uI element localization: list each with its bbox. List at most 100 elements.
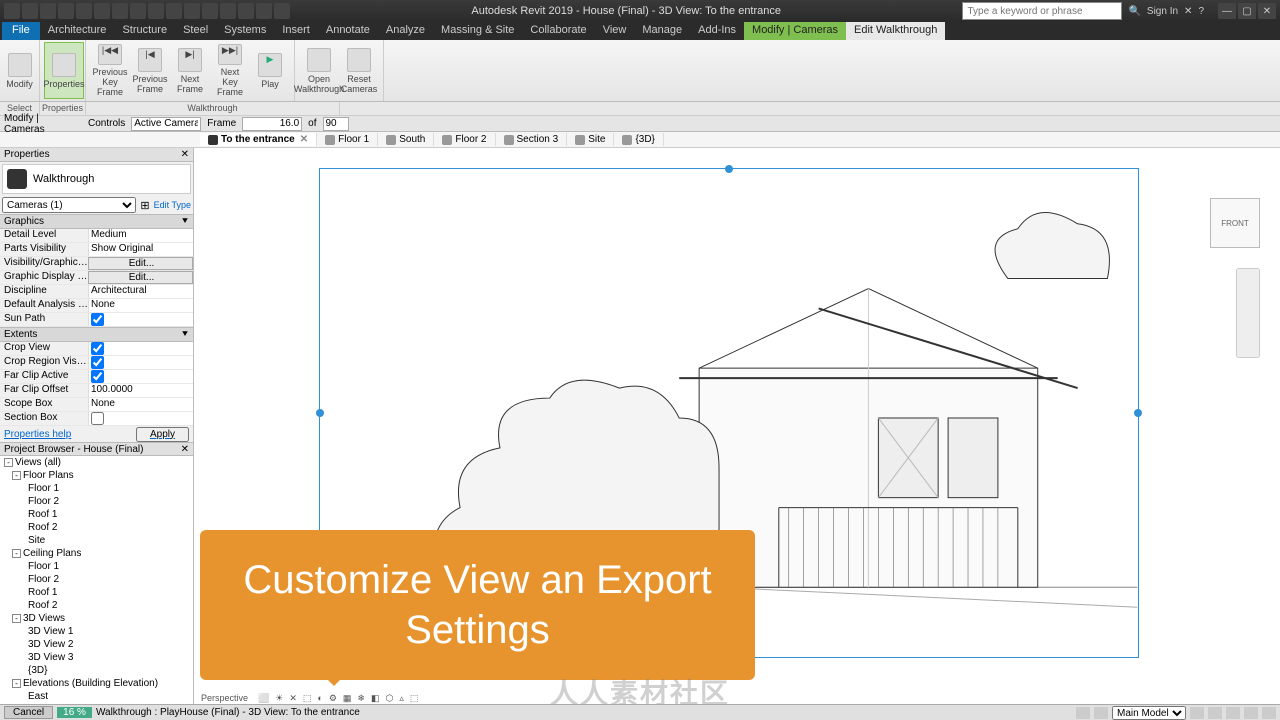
properties-help-link[interactable]: Properties help [4,429,71,440]
tab-architecture[interactable]: Architecture [40,22,115,40]
prop-edit-button[interactable]: Edit... [88,257,193,270]
view-mode-label[interactable]: Perspective [198,692,251,704]
tree-item[interactable]: 3D View 1 [0,625,193,638]
filter-icon[interactable] [1262,707,1276,719]
prop-checkbox[interactable] [88,412,193,425]
cancel-button[interactable]: Cancel [4,706,53,719]
tree-item[interactable]: {3D} [0,664,193,677]
prop-checkbox[interactable] [88,342,193,355]
prop-group-header[interactable]: Extents⯆ [0,327,193,342]
modify-button[interactable]: Modify [4,42,35,99]
tree-item[interactable]: Roof 2 [0,521,193,534]
status-icon[interactable] [1094,707,1108,719]
qat-tag-icon[interactable] [148,3,164,19]
next-keyframe-button[interactable]: ▶▶|Next Key Frame [210,42,250,99]
view-control-icon[interactable]: ⬚ [300,692,315,704]
qat-text-icon[interactable] [166,3,182,19]
prop-value[interactable]: 100.0000 [88,384,193,397]
play-button[interactable]: ▶Play [250,42,290,99]
tree-toggle-icon[interactable]: - [4,458,13,467]
properties-button[interactable]: Properties [44,42,84,99]
infocenter-icon[interactable]: 🔍 [1128,6,1140,17]
qat-close-icon[interactable] [238,3,254,19]
view-control-icon[interactable]: ✕ [286,692,300,704]
prev-frame-button[interactable]: |◀Previous Frame [130,42,170,99]
prop-group-header[interactable]: Graphics⯆ [0,214,193,229]
prop-checkbox[interactable] [88,356,193,369]
qat-undo-icon[interactable] [58,3,74,19]
next-frame-button[interactable]: ▶|Next Frame [170,42,210,99]
view-control-icon[interactable]: ⬚ [407,692,422,704]
tree-item[interactable]: -3D Views [0,612,193,625]
frame-input[interactable] [242,117,302,131]
prev-keyframe-button[interactable]: |◀◀Previous Key Frame [90,42,130,99]
instance-select[interactable]: Cameras (1) [2,197,136,213]
tree-item[interactable]: -Ceiling Plans [0,547,193,560]
reset-cameras-button[interactable]: Reset Cameras [339,42,379,99]
tree-item[interactable]: East [0,690,193,703]
status-icon[interactable] [1244,707,1258,719]
project-browser-tree[interactable]: -Views (all)-Floor PlansFloor 1Floor 2Ro… [0,456,193,706]
view-tab-site[interactable]: Site [567,133,614,146]
view-control-icon[interactable]: ☀ [272,692,286,704]
qat-switch-icon[interactable] [256,3,272,19]
minimize-button[interactable]: — [1218,3,1236,19]
qat-redo-icon[interactable] [76,3,92,19]
view-tab-3d[interactable]: {3D} [614,133,663,146]
status-icon[interactable] [1190,707,1204,719]
prop-value[interactable]: Show Original [88,243,193,256]
signin-link[interactable]: Sign In [1147,6,1178,17]
status-icon[interactable] [1226,707,1240,719]
tab-view[interactable]: View [595,22,635,40]
tab-analyze[interactable]: Analyze [378,22,433,40]
view-control-icon[interactable]: ⬜ [255,692,272,704]
tab-modify-cameras[interactable]: Modify | Cameras [744,22,846,40]
tree-item[interactable]: Floor 2 [0,573,193,586]
prop-value[interactable]: Medium [88,229,193,242]
qat-print-icon[interactable] [94,3,110,19]
tree-item[interactable]: -Elevations (Building Elevation) [0,677,193,690]
view-tab-entrance[interactable]: To the entrance✕ [200,133,317,146]
view-tab-floor2[interactable]: Floor 2 [434,133,495,146]
close-icon[interactable]: ✕ [181,149,189,160]
type-selector[interactable]: Walkthrough [2,164,191,194]
tree-item[interactable]: 3D View 3 [0,651,193,664]
prop-value[interactable]: Architectural [88,285,193,298]
prop-edit-button[interactable]: Edit... [88,271,193,284]
qat-section-icon[interactable] [202,3,218,19]
tree-toggle-icon[interactable]: - [12,679,21,688]
tree-item[interactable]: 3D View 2 [0,638,193,651]
tree-item[interactable]: Roof 1 [0,508,193,521]
file-tab[interactable]: File [2,22,40,40]
maximize-button[interactable]: ▢ [1238,3,1256,19]
tree-item[interactable]: Roof 1 [0,586,193,599]
view-tab-floor1[interactable]: Floor 1 [317,133,378,146]
close-icon[interactable]: ✕ [181,444,189,454]
exchange-icon[interactable]: ✕ [1184,6,1192,17]
edit-type-link[interactable]: Edit Type [154,200,191,210]
view-tab-section3[interactable]: Section 3 [496,133,568,146]
navigation-bar[interactable] [1236,268,1260,358]
tree-toggle-icon[interactable]: - [12,614,21,623]
prop-value[interactable]: None [88,398,193,411]
tab-annotate[interactable]: Annotate [318,22,378,40]
close-button[interactable]: ✕ [1258,3,1276,19]
tree-item[interactable]: Site [0,534,193,547]
tab-edit-walkthrough[interactable]: Edit Walkthrough [846,22,945,40]
tree-item[interactable]: -Views (all) [0,456,193,469]
frame-total[interactable] [323,117,349,131]
qat-revit-icon[interactable] [4,3,20,19]
tab-addins[interactable]: Add-Ins [690,22,744,40]
qat-save-icon[interactable] [40,3,56,19]
qat-3d-icon[interactable] [184,3,200,19]
controls-dropdown[interactable] [131,117,201,131]
view-control-icon[interactable]: ▵ [396,692,407,704]
tree-item[interactable]: Floor 1 [0,560,193,573]
status-icon[interactable] [1208,707,1222,719]
tab-systems[interactable]: Systems [216,22,274,40]
tab-steel[interactable]: Steel [175,22,216,40]
open-walkthrough-button[interactable]: Open Walkthrough [299,42,339,99]
tree-item[interactable]: -Floor Plans [0,469,193,482]
workset-select[interactable]: Main Model [1112,706,1186,720]
prop-checkbox[interactable] [88,370,193,383]
